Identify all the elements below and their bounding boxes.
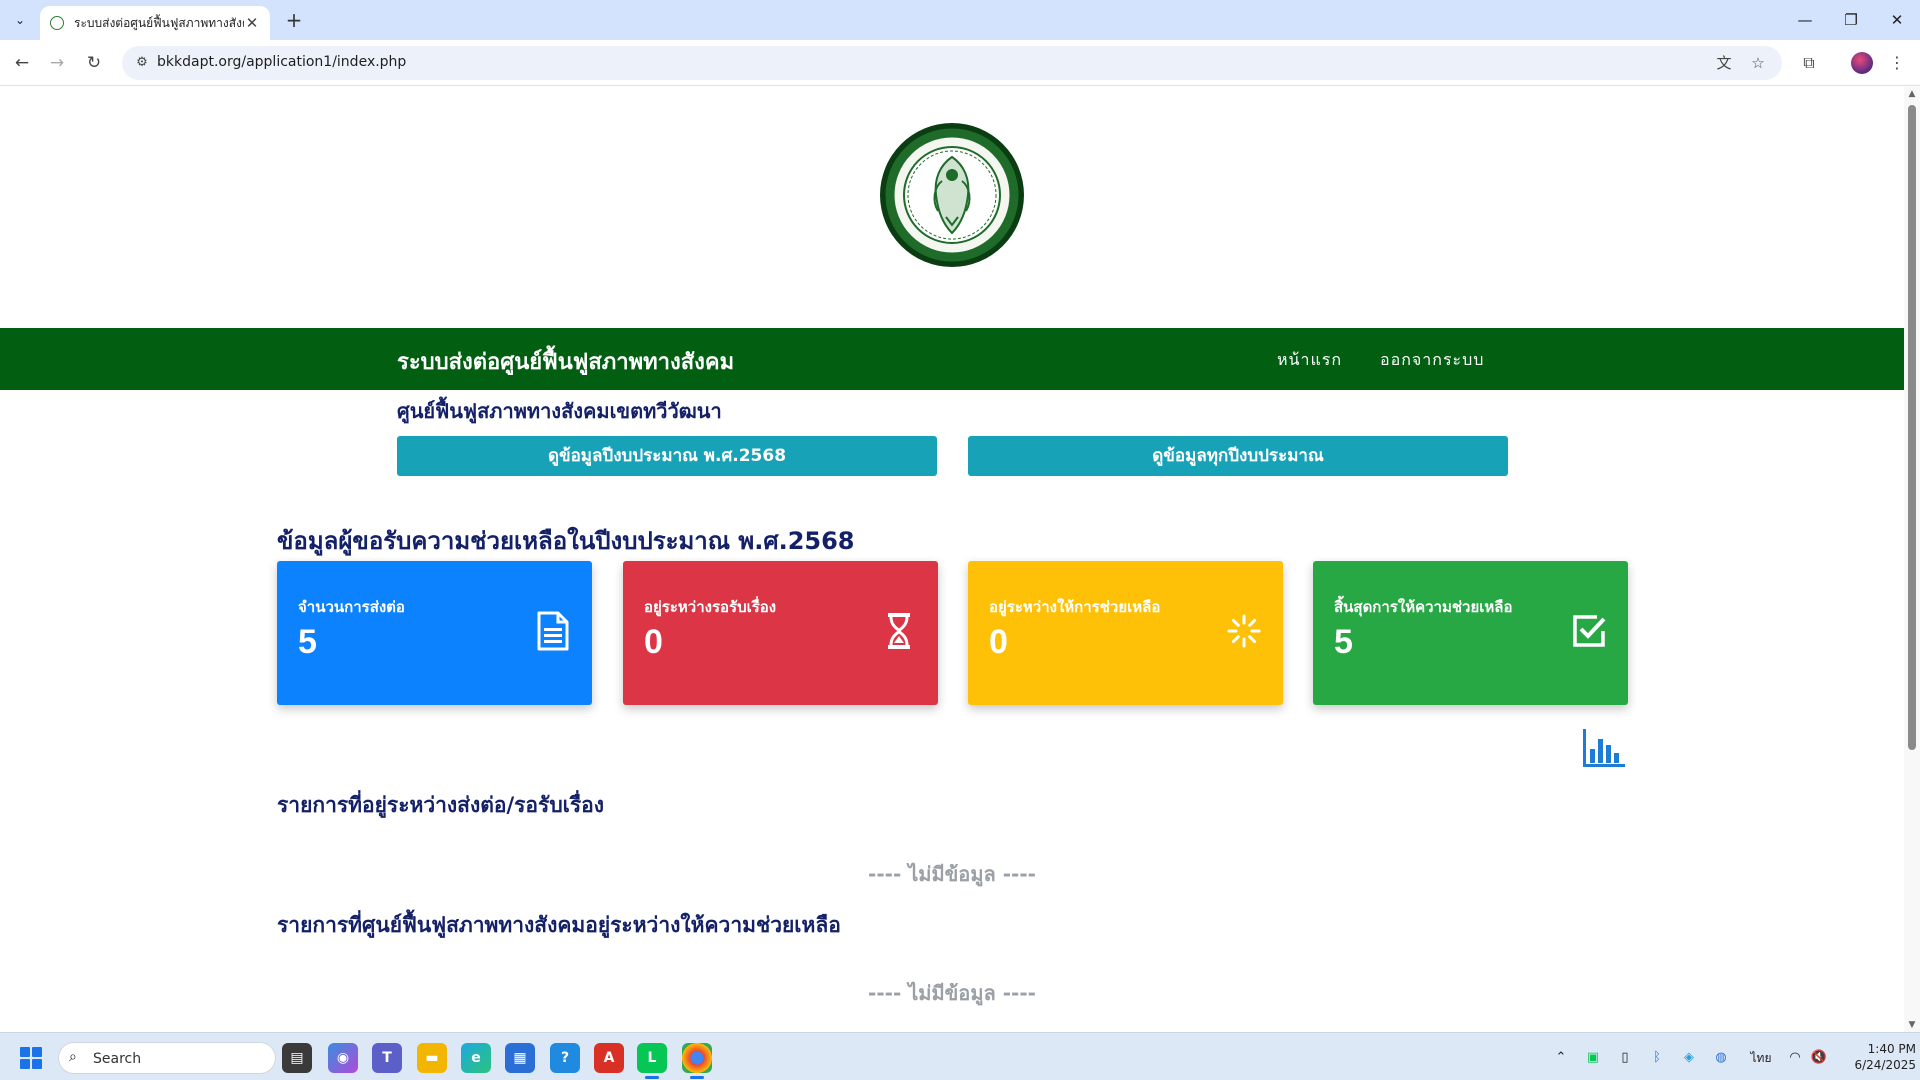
stat-card-label: อยู่ระหว่างรอรับเรื่อง bbox=[644, 598, 777, 616]
hourglass-icon bbox=[888, 613, 910, 649]
tab-title: ระบบส่งต่อศูนย์ฟื้นฟูสภาพทางสังคม bbox=[74, 15, 244, 30]
pending-empty-text: ---- ไม่มีข้อมูล ---- bbox=[868, 862, 1036, 886]
tray-app-icon[interactable]: ◈ bbox=[1678, 1047, 1700, 1069]
edge-icon[interactable]: e bbox=[461, 1043, 491, 1073]
os-taskbar: ⌕ Search ▤ ◉ T ▬ e ▦ ? A L ⌃ ▣ ▯ ᛒ ◈ ◍ ไ… bbox=[0, 1032, 1920, 1080]
help-icon[interactable]: ? bbox=[550, 1043, 580, 1073]
page-scrollbar[interactable]: ▲ ▼ bbox=[1904, 87, 1920, 1032]
stat-card-value: 0 bbox=[644, 623, 663, 661]
profile-avatar[interactable] bbox=[1851, 52, 1873, 74]
stat-card-label: อยู่ระหว่างให้การช่วยเหลือ bbox=[989, 598, 1161, 616]
check-square-icon bbox=[1573, 615, 1606, 647]
tab-favicon-icon bbox=[50, 16, 64, 30]
task-view-icon[interactable]: ▤ bbox=[282, 1043, 312, 1073]
stat-card-label: สิ้นสุดการให้ความช่วยเหลือ bbox=[1334, 598, 1513, 616]
tray-wifi-icon[interactable]: ◠ bbox=[1784, 1047, 1806, 1069]
bar-chart-icon[interactable] bbox=[1581, 727, 1627, 769]
window-restore-icon[interactable]: ❐ bbox=[1828, 0, 1874, 40]
center-name: ศูนย์ฟื้นฟูสภาพทางสังคมเขตทวีวัฒนา bbox=[397, 399, 722, 423]
address-url[interactable]: bkkdapt.org/application1/index.php bbox=[157, 54, 406, 70]
nav-home-link[interactable]: หน้าแรก bbox=[1277, 348, 1342, 373]
tray-overflow-chevron-icon[interactable]: ⌃ bbox=[1550, 1047, 1572, 1069]
line-app-icon[interactable]: L bbox=[637, 1043, 667, 1079]
window-close-icon[interactable]: ✕ bbox=[1874, 0, 1920, 40]
search-icon: ⌕ bbox=[69, 1049, 77, 1065]
stat-card-value: 5 bbox=[298, 623, 317, 661]
tab-search-chevron-icon[interactable]: ⌄ bbox=[8, 8, 32, 32]
stat-card-in-progress[interactable]: อยู่ระหว่างให้การช่วยเหลือ 0 bbox=[968, 561, 1283, 705]
nav-logout-link[interactable]: ออกจากระบบ bbox=[1380, 348, 1484, 373]
stat-card-completed[interactable]: สิ้นสุดการให้ความช่วยเหลือ 5 bbox=[1313, 561, 1628, 705]
address-bar[interactable]: ⚙ bkkdapt.org/application1/index.php 文 ☆ bbox=[122, 46, 1782, 80]
tray-language[interactable]: ไทย bbox=[1746, 1047, 1776, 1069]
stat-card-value: 5 bbox=[1334, 623, 1353, 661]
pdf-reader-icon[interactable]: A bbox=[594, 1043, 624, 1073]
windows-start-icon[interactable] bbox=[20, 1047, 42, 1069]
stat-card-label: จำนวนการส่งต่อ bbox=[298, 598, 405, 616]
taskbar-clock[interactable]: 1:40 PM 6/24/2025 bbox=[1836, 1041, 1916, 1073]
view-all-years-button[interactable]: ดูข้อมูลทุกปีงบประมาณ bbox=[968, 436, 1508, 476]
copilot-icon[interactable]: ◉ bbox=[328, 1043, 358, 1073]
taskbar-search-placeholder: Search bbox=[93, 1051, 142, 1067]
extensions-puzzle-icon[interactable]: ⧉ bbox=[1797, 51, 1821, 75]
scroll-up-arrow-icon[interactable]: ▲ bbox=[1904, 87, 1920, 101]
assisting-section-title: รายการที่ศูนย์ฟื้นฟูสภาพทางสังคมอยู่ระหว… bbox=[277, 913, 841, 937]
document-icon bbox=[537, 611, 569, 651]
window-minimize-icon[interactable]: — bbox=[1782, 0, 1828, 40]
browser-tab-strip: ⌄ ระบบส่งต่อศูนย์ฟื้นฟูสภาพทางสังคม ✕ + … bbox=[0, 0, 1920, 40]
teams-icon[interactable]: T bbox=[372, 1043, 402, 1073]
tab-close-icon[interactable]: ✕ bbox=[244, 14, 260, 32]
bookmark-star-icon[interactable]: ☆ bbox=[1748, 53, 1768, 73]
agency-seal-logo bbox=[880, 123, 1024, 267]
scroll-thumb[interactable] bbox=[1908, 105, 1916, 750]
store-icon[interactable]: ▦ bbox=[505, 1043, 535, 1073]
forward-arrow-icon[interactable]: → bbox=[45, 51, 69, 75]
assisting-empty-text: ---- ไม่มีข้อมูล ---- bbox=[868, 981, 1036, 1005]
taskbar-search-box[interactable]: ⌕ Search bbox=[58, 1042, 276, 1074]
browser-menu-kebab-icon[interactable]: ⋮ bbox=[1885, 51, 1909, 75]
stat-card-referrals[interactable]: จำนวนการส่งต่อ 5 bbox=[277, 561, 592, 705]
clock-time: 1:40 PM bbox=[1867, 1042, 1916, 1056]
back-arrow-icon[interactable]: ← bbox=[10, 51, 34, 75]
tray-volume-muted-icon[interactable]: 🔇 bbox=[1808, 1047, 1830, 1069]
site-navbar: ระบบส่งต่อศูนย์ฟื้นฟูสภาพทางสังคม หน้าแร… bbox=[0, 328, 1904, 390]
tray-usb-icon[interactable]: ▯ bbox=[1614, 1047, 1636, 1069]
file-explorer-icon[interactable]: ▬ bbox=[417, 1043, 447, 1073]
browser-tab-active[interactable]: ระบบส่งต่อศูนย์ฟื้นฟูสภาพทางสังคม ✕ bbox=[40, 6, 270, 40]
chrome-icon[interactable] bbox=[682, 1043, 712, 1079]
site-info-icon[interactable]: ⚙ bbox=[132, 53, 152, 73]
view-current-year-button[interactable]: ดูข้อมูลปีงบประมาณ พ.ศ.2568 bbox=[397, 436, 937, 476]
reload-icon[interactable]: ↻ bbox=[82, 51, 106, 75]
page-viewport: ระบบส่งต่อศูนย์ฟื้นฟูสภาพทางสังคม หน้าแร… bbox=[0, 87, 1904, 1032]
pending-section-title: รายการที่อยู่ระหว่างส่งต่อ/รอรับเรื่อง bbox=[277, 793, 604, 817]
clock-date: 6/24/2025 bbox=[1854, 1058, 1916, 1072]
stat-card-value: 0 bbox=[989, 623, 1008, 661]
scroll-down-arrow-icon[interactable]: ▼ bbox=[1904, 1018, 1920, 1032]
browser-toolbar: ← → ↻ ⚙ bkkdapt.org/application1/index.p… bbox=[0, 40, 1920, 86]
new-tab-plus-icon[interactable]: + bbox=[282, 8, 306, 32]
summary-title: ข้อมูลผู้ขอรับความช่วยเหลือในปีงบประมาณ … bbox=[277, 527, 855, 555]
translate-icon[interactable]: 文 bbox=[1714, 53, 1734, 73]
tray-bluetooth-icon[interactable]: ᛒ bbox=[1646, 1047, 1668, 1069]
spinner-icon bbox=[1227, 614, 1261, 648]
tray-security-icon[interactable]: ◍ bbox=[1710, 1047, 1732, 1069]
site-brand[interactable]: ระบบส่งต่อศูนย์ฟื้นฟูสภาพทางสังคม bbox=[397, 344, 734, 379]
tray-line-icon[interactable]: ▣ bbox=[1582, 1047, 1604, 1069]
stat-card-awaiting[interactable]: อยู่ระหว่างรอรับเรื่อง 0 bbox=[623, 561, 938, 705]
